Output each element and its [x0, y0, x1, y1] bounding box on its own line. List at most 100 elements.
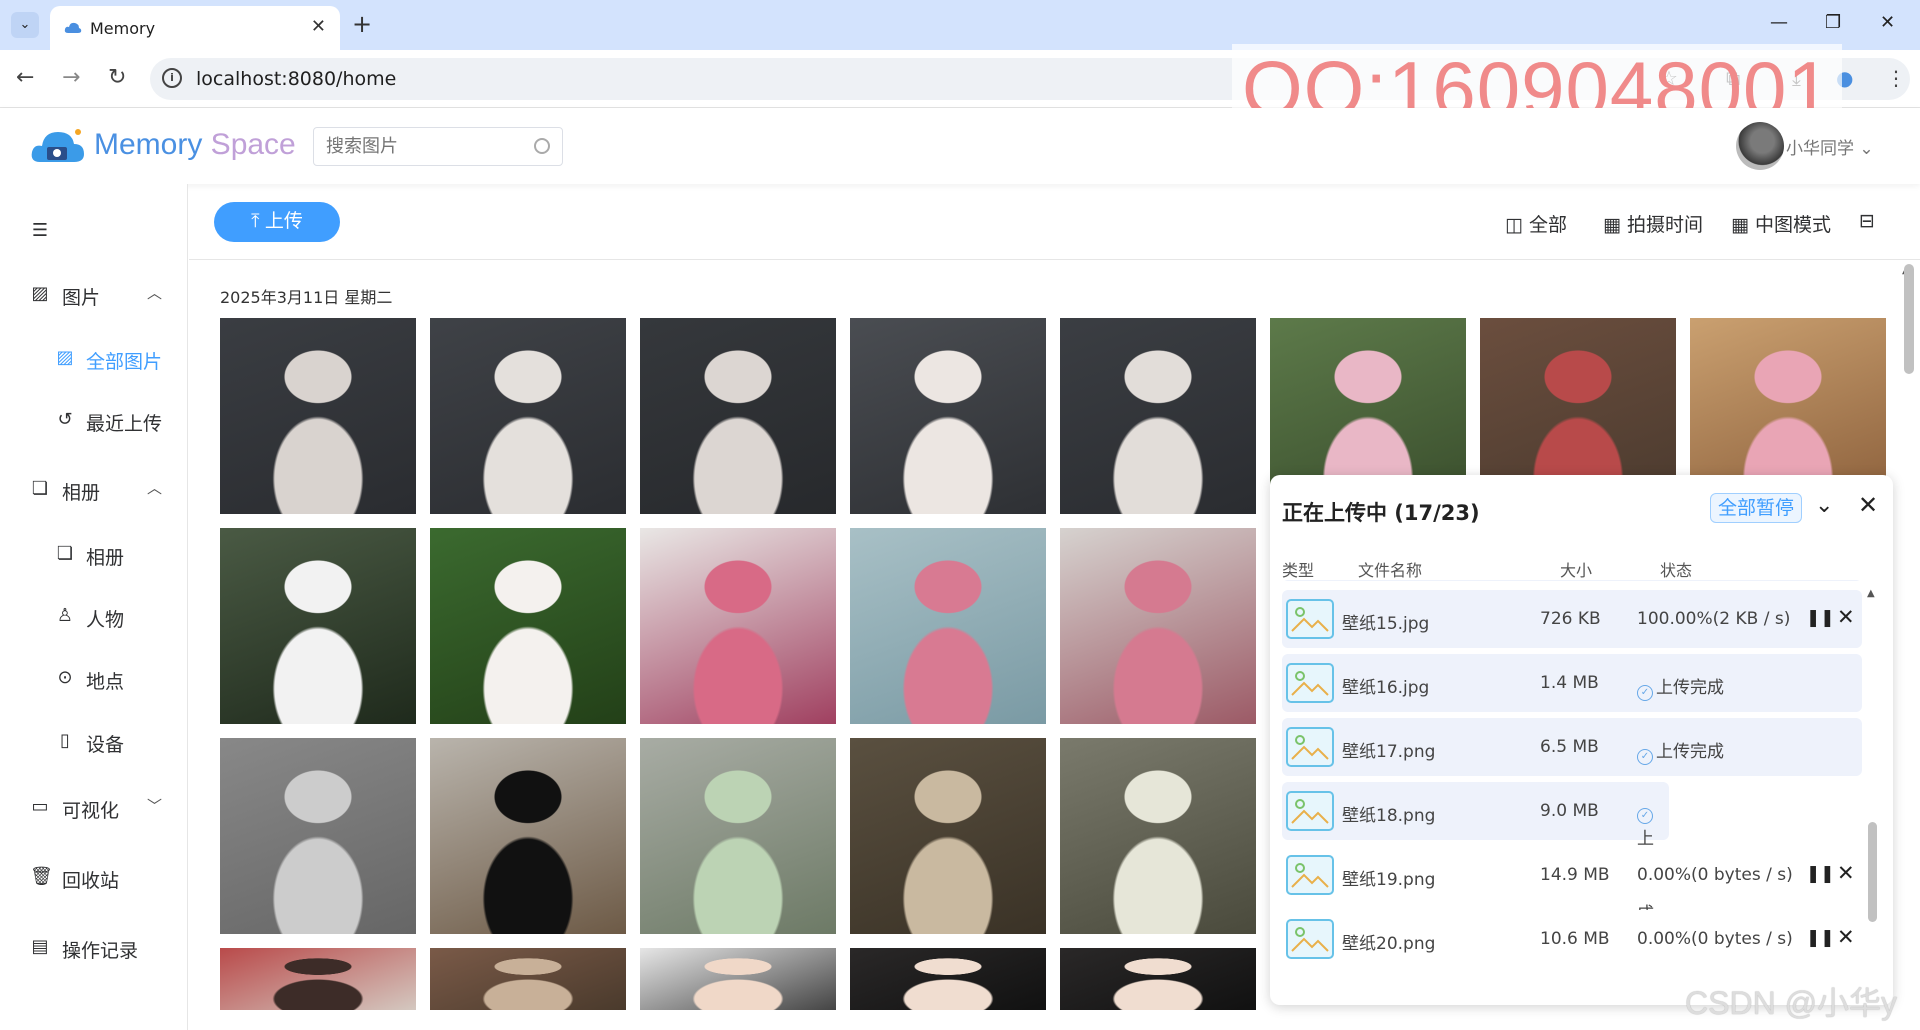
site-info-icon[interactable]: i — [162, 68, 182, 88]
search-icon[interactable] — [534, 138, 550, 154]
image-file-icon — [1286, 791, 1334, 831]
photo-thumbnail[interactable] — [220, 738, 416, 934]
file-size: 9.0 MB — [1540, 801, 1599, 821]
list-item: 壁纸15.jpg 726 KB 100.00%(2 KB / s) ❚❚ ✕ — [1282, 590, 1862, 648]
chevron-down-icon: ﹀ — [147, 797, 163, 815]
col-status: 状态 — [1660, 561, 1693, 580]
sidebar-item-albums[interactable]: ❏ 相册 — [0, 532, 188, 578]
photo-thumbnail[interactable] — [850, 318, 1046, 514]
file-name: 壁纸18.png — [1342, 806, 1436, 826]
sidebar-item-all-pictures[interactable]: ▨ 全部图片 — [0, 336, 188, 382]
sidebar-item-albums-group[interactable]: ❏ 相册 ︿ — [0, 467, 188, 513]
photo-thumbnail[interactable] — [430, 948, 626, 1010]
forward-icon[interactable]: → — [62, 65, 80, 90]
photo-thumbnail[interactable] — [640, 318, 836, 514]
list-item — [1282, 580, 1862, 581]
trash-icon: 🗑 — [30, 866, 53, 887]
photo-thumbnail[interactable] — [220, 528, 416, 724]
sidebar-item-places[interactable]: ⊙ 地点 — [0, 656, 188, 702]
image-icon: ▨ — [56, 347, 74, 368]
brand-name: Memory Space — [94, 128, 296, 161]
location-icon: ⊙ — [57, 667, 73, 688]
col-name: 文件名称 — [1358, 561, 1423, 580]
cancel-upload-icon[interactable]: ✕ — [1837, 861, 1855, 885]
image-file-icon — [1286, 663, 1334, 703]
tab-search-icon[interactable]: ⌄ — [11, 12, 39, 38]
photo-thumbnail[interactable] — [640, 738, 836, 934]
status-badge: 100.00%(2 KB / s) — [1637, 609, 1791, 629]
csdn-watermark: CSDN @小华y — [1685, 985, 1898, 1021]
view-mode-button[interactable]: ▦ 中图模式 — [1731, 210, 1831, 237]
search-input[interactable] — [326, 136, 526, 157]
album-icon: ❏ — [56, 543, 74, 564]
pause-all-button[interactable]: 全部暂停 — [1710, 493, 1802, 523]
status-badge: ✓上传完成 — [1637, 737, 1724, 765]
photo-thumbnail[interactable] — [640, 948, 836, 1010]
photo-thumbnail[interactable] — [430, 528, 626, 724]
cancel-upload-icon[interactable]: ✕ — [1837, 605, 1855, 629]
phone-icon: ▯ — [60, 730, 70, 751]
browser-tab-strip: ⌄ Memory ✕ + — ❐ ✕ — [0, 0, 1920, 50]
photo-thumbnail[interactable] — [1060, 528, 1256, 724]
fullscreen-icon[interactable]: ⊟ — [1859, 210, 1875, 232]
file-size: 1.4 MB — [1540, 673, 1599, 693]
photo-thumbnail[interactable] — [1060, 738, 1256, 934]
avatar[interactable] — [1736, 122, 1784, 170]
window-close-icon[interactable]: ✕ — [1880, 12, 1895, 33]
file-name: 壁纸15.jpg — [1342, 614, 1430, 634]
calendar-icon: ▦ — [1603, 214, 1621, 236]
upload-button[interactable]: ⤒ 上传 — [214, 202, 340, 242]
file-name: 壁纸17.png — [1342, 742, 1436, 762]
sidebar-item-recent[interactable]: ↺ 最近上传 — [0, 398, 188, 444]
back-icon[interactable]: ← — [16, 65, 34, 90]
photo-thumbnail[interactable] — [850, 738, 1046, 934]
cloud-logo-icon — [31, 129, 84, 162]
photo-thumbnail[interactable] — [220, 318, 416, 514]
pause-icon[interactable]: ❚❚ — [1806, 864, 1835, 884]
search-box[interactable] — [313, 127, 563, 166]
sidebar-item-logs[interactable]: ▤ 操作记录 — [0, 925, 188, 971]
chevron-up-icon: ︿ — [147, 284, 163, 302]
photo-thumbnail[interactable] — [430, 318, 626, 514]
status-badge: 0.00%(0 bytes / s) — [1637, 865, 1793, 885]
sidebar-item-people[interactable]: ♙ 人物 — [0, 594, 188, 640]
close-tab-icon[interactable]: ✕ — [311, 16, 326, 37]
app-header: Memory Space 小华同学 ⌄ — [0, 108, 1920, 184]
content-toolbar: ⤒ 上传 ◫ 全部 ▦ 拍摄时间 ▦ 中图模式 ⊟ — [189, 184, 1920, 260]
cancel-upload-icon[interactable]: ✕ — [1837, 925, 1855, 949]
pause-icon[interactable]: ❚❚ — [1806, 928, 1835, 948]
collapse-icon[interactable]: ⌄ — [1815, 493, 1833, 518]
pause-icon[interactable]: ❚❚ — [1806, 608, 1835, 628]
file-name: 壁纸16.jpg — [1342, 678, 1430, 698]
sidebar-collapse-icon[interactable]: ☰ — [0, 209, 188, 255]
new-tab-icon[interactable]: + — [352, 10, 372, 38]
upload-list: 壁纸15.jpg 726 KB 100.00%(2 KB / s) ❚❚ ✕ 壁纸16.j… — [1270, 580, 1893, 1005]
photo-thumbnail[interactable] — [220, 948, 416, 1010]
sidebar-item-pictures[interactable]: ▨ 图片 ︿ — [0, 272, 188, 318]
reload-icon[interactable]: ↻ — [108, 65, 126, 90]
username-dropdown[interactable]: 小华同学 ⌄ — [1786, 134, 1874, 159]
file-name: 壁纸19.png — [1342, 870, 1436, 890]
more-menu-icon[interactable]: ⋮ — [1886, 66, 1906, 90]
sidebar-item-visualize[interactable]: ▭ 可视化 ﹀ — [0, 785, 188, 831]
photo-thumbnail[interactable] — [1060, 948, 1256, 1010]
album-icon: ❏ — [31, 478, 49, 499]
photo-thumbnail[interactable] — [850, 948, 1046, 1010]
restore-icon[interactable]: ❐ — [1825, 12, 1841, 33]
photo-thumbnail[interactable] — [1060, 318, 1256, 514]
status-badge: ✓上传完成 — [1637, 673, 1724, 701]
photo-thumbnail[interactable] — [430, 738, 626, 934]
photo-thumbnail[interactable] — [640, 528, 836, 724]
sidebar-item-devices[interactable]: ▯ 设备 — [0, 719, 188, 765]
file-size: 6.5 MB — [1540, 737, 1599, 757]
close-icon[interactable]: ✕ — [1858, 491, 1878, 519]
minimize-icon[interactable]: — — [1770, 12, 1788, 33]
date-label: 2025年3月11日 星期二 — [220, 288, 393, 307]
browser-tab[interactable]: Memory ✕ — [50, 6, 340, 50]
file-size: 14.9 MB — [1540, 865, 1610, 885]
filter-all-button[interactable]: ◫ 全部 — [1505, 210, 1567, 237]
sort-time-button[interactable]: ▦ 拍摄时间 — [1603, 210, 1703, 237]
page-scrollbar[interactable] — [1904, 264, 1914, 374]
photo-thumbnail[interactable] — [850, 528, 1046, 724]
sidebar-item-trash[interactable]: 🗑 回收站 — [0, 855, 188, 901]
